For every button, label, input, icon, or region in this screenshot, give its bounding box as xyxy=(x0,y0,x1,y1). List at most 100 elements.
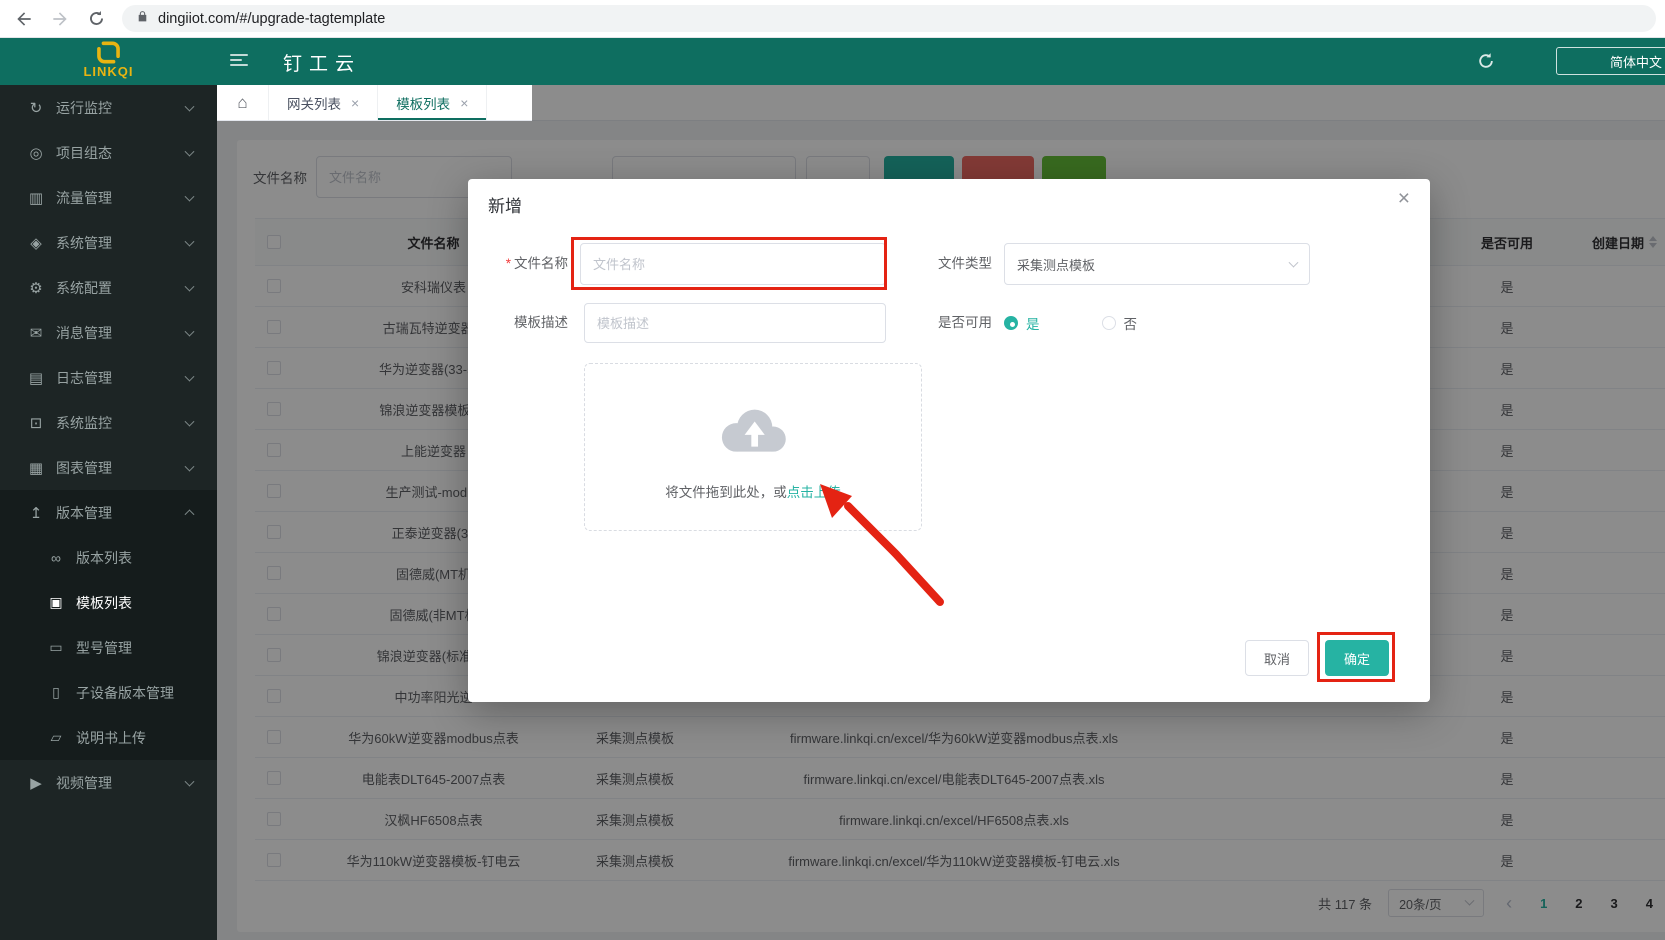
sidebar-item-label: 图表管理 xyxy=(56,458,112,478)
chevron-down-icon xyxy=(185,461,195,471)
desc-field[interactable] xyxy=(597,316,873,331)
available-radio-group: 是 否 xyxy=(1004,302,1137,344)
chevron-down-icon xyxy=(185,146,195,156)
sidebar-sub-item[interactable]: ▯ 子设备版本管理 xyxy=(0,670,217,715)
sim-icon: ▥ xyxy=(28,189,44,207)
tab[interactable]: 网关列表 × xyxy=(269,85,378,120)
sidebar-item-label: 消息管理 xyxy=(56,323,112,343)
manual-icon: ▱ xyxy=(48,729,64,746)
tab[interactable]: 模板列表 × xyxy=(378,85,487,120)
dialog-close-icon[interactable]: × xyxy=(1398,187,1410,211)
click-upload-link[interactable]: 点击上传 xyxy=(787,485,841,500)
page: dingiiot.com/#/upgrade-tagtemplate LINKQ… xyxy=(0,0,1665,940)
model-icon: ▭ xyxy=(48,639,64,656)
header-refresh-icon[interactable] xyxy=(1476,51,1496,76)
browser-back-icon[interactable] xyxy=(12,7,36,31)
sidebar-item-label: 系统管理 xyxy=(56,233,112,253)
language-button[interactable]: 简体中文 xyxy=(1556,47,1665,75)
sidebar-item[interactable]: ◈ 系统管理 xyxy=(0,220,217,265)
chevron-down-icon xyxy=(185,371,195,381)
chevron-down-icon xyxy=(185,416,195,426)
device-icon: ▯ xyxy=(48,684,64,701)
collapse-menu-icon[interactable] xyxy=(230,54,250,70)
upload-dropzone[interactable]: 将文件拖到此处，或点击上传 xyxy=(584,363,922,531)
sidebar-item[interactable]: ↻ 运行监控 xyxy=(0,85,217,130)
file-name-field[interactable] xyxy=(593,257,873,272)
url-bar[interactable]: dingiiot.com/#/upgrade-tagtemplate xyxy=(122,5,1656,32)
file-type-label: 文件类型 xyxy=(862,243,992,285)
tabs: 网关列表 × 模板列表 × xyxy=(269,85,487,120)
chevron-down-icon xyxy=(185,191,195,201)
logo: LINKQI xyxy=(0,32,217,85)
sidebar-item-version-management[interactable]: ↥ 版本管理 xyxy=(0,490,217,535)
sidebar-sub-item[interactable]: ▱ 说明书上传 xyxy=(0,715,217,760)
sidebar-sub-item[interactable]: ▣ 模板列表 xyxy=(0,580,217,625)
chevron-down-icon xyxy=(185,101,195,111)
chevron-down-icon xyxy=(185,236,195,246)
chevron-up-icon xyxy=(185,509,195,519)
tab-close-icon[interactable]: × xyxy=(460,95,468,111)
browser-bar: dingiiot.com/#/upgrade-tagtemplate xyxy=(0,0,1665,38)
desc-label: 模板描述 xyxy=(468,302,568,344)
url-text: dingiiot.com/#/upgrade-tagtemplate xyxy=(158,11,385,27)
upload-hint: 将文件拖到此处，或 xyxy=(665,485,787,500)
sidebar-item[interactable]: ✉ 消息管理 xyxy=(0,310,217,355)
sidebar-item[interactable]: ◎ 项目组态 xyxy=(0,130,217,175)
sidebar-item-label: 版本管理 xyxy=(56,503,112,523)
sidebar-item[interactable]: ⊡ 系统监控 xyxy=(0,400,217,445)
sidebar-item-label: 流量管理 xyxy=(56,188,112,208)
sidebar-item-label: 项目组态 xyxy=(56,143,112,163)
sidebar-sub-item[interactable]: ∞ 版本列表 xyxy=(0,535,217,580)
confirm-button[interactable]: 确定 xyxy=(1325,640,1389,676)
sidebar-item-label: 系统配置 xyxy=(56,278,112,298)
chevron-down-icon xyxy=(1289,258,1299,268)
sidebar-sub-item[interactable]: ▭ 型号管理 xyxy=(0,625,217,670)
monitor-icon: ⊡ xyxy=(28,414,44,432)
dialog-title: 新增 xyxy=(488,192,522,217)
browser-forward-icon[interactable] xyxy=(48,7,72,31)
link-icon: ∞ xyxy=(48,550,64,566)
sidebar-item-label: 日志管理 xyxy=(56,368,112,388)
browser-refresh-icon[interactable] xyxy=(84,7,108,31)
sidebar-item[interactable]: ▶ 视频管理 xyxy=(0,760,217,805)
chevron-down-icon xyxy=(185,326,195,336)
app-title: 钉工云 xyxy=(283,49,361,76)
sidebar-sub-item-label: 说明书上传 xyxy=(76,728,146,748)
chart-icon: ▦ xyxy=(28,459,44,477)
tab-close-icon[interactable]: × xyxy=(351,95,359,111)
radio-no[interactable]: 否 xyxy=(1102,313,1138,333)
sidebar-item-label: 运行监控 xyxy=(56,98,112,118)
linkqi-logo-icon xyxy=(95,39,122,66)
sidebar-item[interactable]: ▥ 流量管理 xyxy=(0,175,217,220)
radio-yes[interactable]: 是 xyxy=(1004,313,1040,333)
file-name-label: *文件名称 xyxy=(468,243,568,285)
template-icon: ▣ xyxy=(48,594,64,611)
sidebar-top-items: ↻ 运行监控 ◎ 项目组态 ▥ 流量管理 ◈ xyxy=(0,85,217,490)
tab-label: 模板列表 xyxy=(396,93,450,113)
sidebar-sub-item-label: 版本列表 xyxy=(76,548,132,568)
sidebar-sub-item-label: 型号管理 xyxy=(76,638,132,658)
message-icon: ✉ xyxy=(28,324,44,342)
sidebar-item[interactable]: ▦ 图表管理 xyxy=(0,445,217,490)
home-tab[interactable]: ⌂ xyxy=(217,85,269,120)
sidebar-group-version: ↥ 版本管理 ∞ 版本列表 ▣ 模板列表 xyxy=(0,490,217,760)
target-icon: ◎ xyxy=(28,144,44,162)
sidebar-sub-item-label: 子设备版本管理 xyxy=(76,683,174,703)
sidebar-item-label: 视频管理 xyxy=(56,773,112,793)
gear-icon: ⚙ xyxy=(28,279,44,297)
lock-icon xyxy=(136,9,149,29)
app-header: LINKQI 钉工云 简体中文 xyxy=(0,38,1665,85)
chevron-down-icon xyxy=(185,281,195,291)
file-type-select[interactable]: 采集测点模板 xyxy=(1004,243,1310,285)
radio-dot xyxy=(1004,316,1018,330)
sidebar-item-label: 系统监控 xyxy=(56,413,112,433)
sidebar-bottom-items: ▶ 视频管理 xyxy=(0,760,217,805)
sidebar-item[interactable]: ▤ 日志管理 xyxy=(0,355,217,400)
sidebar-sub-item-label: 模板列表 xyxy=(76,593,132,613)
cancel-button[interactable]: 取消 xyxy=(1245,640,1309,676)
shield-icon: ◈ xyxy=(28,234,44,252)
available-label: 是否可用 xyxy=(862,302,992,344)
brand-text: LINKQI xyxy=(83,64,133,79)
desc-field-wrap xyxy=(584,303,886,343)
sidebar-item[interactable]: ⚙ 系统配置 xyxy=(0,265,217,310)
